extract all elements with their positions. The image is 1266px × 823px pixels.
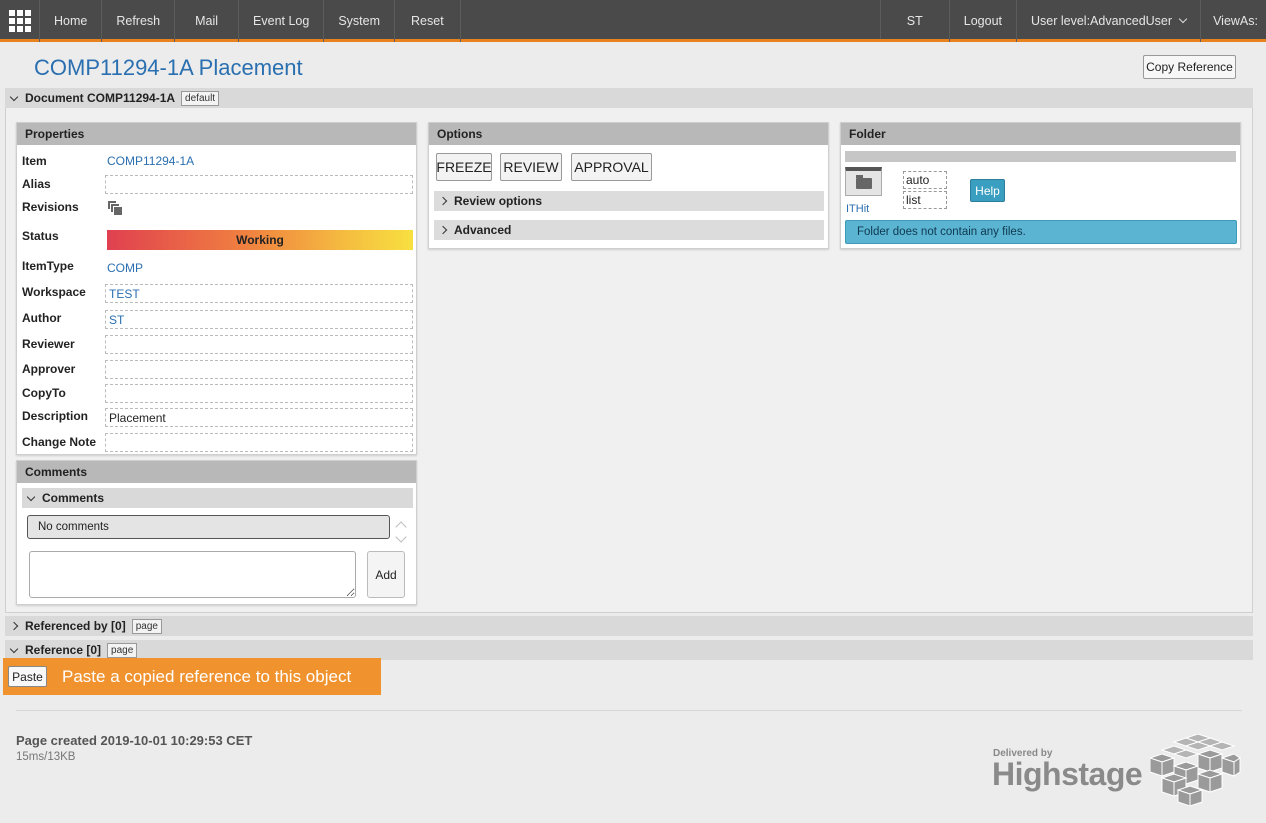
approver-field[interactable] (105, 360, 413, 379)
prop-itemtype: ItemType COMP (22, 259, 143, 275)
nav-mail[interactable]: Mail (175, 0, 240, 42)
alias-field[interactable] (105, 175, 413, 194)
page-tag[interactable]: page (131, 618, 162, 634)
change-note-field[interactable] (105, 433, 413, 452)
prop-workspace: Workspace TEST (17, 284, 417, 308)
default-tag[interactable]: default (181, 90, 220, 106)
freeze-button[interactable]: FREEZE (436, 153, 492, 181)
item-link[interactable]: COMP11294-1A (107, 154, 194, 168)
comments-panel: Comments Comments No comments Add (16, 460, 417, 605)
comment-input[interactable] (29, 551, 356, 598)
user-level-label: User level:AdvancedUser (1031, 14, 1173, 28)
author-field[interactable]: ST (105, 310, 413, 329)
nav-reset[interactable]: Reset (395, 0, 461, 42)
scroll-down-icon[interactable] (395, 531, 407, 543)
chevron-down-icon (9, 92, 19, 101)
prop-status: Status Working (17, 229, 417, 253)
page-tag[interactable]: page (107, 642, 138, 658)
referenced-by-header[interactable]: Referenced by [0] page (5, 616, 1253, 636)
document-section-label: Document COMP11294-1A (25, 91, 176, 105)
paste-button[interactable]: Paste (8, 666, 47, 687)
prop-alias: Alias (17, 175, 417, 199)
properties-header: Properties (17, 123, 416, 145)
properties-panel: Properties Item COMP11294-1A Alias Revis… (16, 122, 417, 455)
options-panel: Options FREEZE REVIEW APPROVAL Review op… (428, 122, 829, 249)
prop-revisions: Revisions (17, 200, 417, 224)
reference-header[interactable]: Reference [0] page (5, 640, 1253, 660)
comments-header: Comments (17, 461, 416, 483)
page-title: COMP11294-1A Placement (34, 55, 303, 80)
document-section-header[interactable]: Document COMP11294-1A default (5, 88, 1253, 108)
prop-author: Author ST (17, 310, 417, 334)
copyto-field[interactable] (105, 384, 413, 403)
workspace-field[interactable]: TEST (105, 284, 413, 303)
page-stats: 15ms/13KB (16, 751, 76, 763)
prop-change-note: Change Note (17, 433, 417, 457)
approval-button[interactable]: APPROVAL (571, 153, 652, 181)
mode-auto[interactable]: auto (903, 171, 947, 189)
no-comments-message: No comments (27, 515, 390, 539)
prop-approver: Approver (17, 360, 417, 384)
copy-reference-button[interactable]: Copy Reference (1143, 55, 1236, 79)
chevron-down-icon (1178, 14, 1188, 24)
prop-copyto: CopyTo (17, 384, 417, 408)
folder-icon (855, 174, 872, 189)
chevron-right-icon (9, 621, 19, 631)
chevron-right-icon (438, 225, 448, 235)
nav-user[interactable]: ST (881, 0, 950, 42)
folder-panel: Folder ITHit auto list Help Folder does … (840, 122, 1241, 249)
prop-reviewer: Reviewer (17, 335, 417, 359)
user-level-dropdown[interactable]: User level:AdvancedUser (1017, 0, 1202, 42)
paste-area: Paste Paste a copied reference to this o… (3, 658, 381, 695)
cubes-logo-icon (1150, 734, 1241, 806)
add-comment-button[interactable]: Add (367, 551, 405, 598)
folder-progress-bar (845, 151, 1236, 162)
nav-refresh[interactable]: Refresh (102, 0, 176, 42)
reviewer-field[interactable] (105, 335, 413, 354)
nav-view-as[interactable]: ViewAs: (1201, 0, 1266, 42)
nav-event-log[interactable]: Event Log (239, 0, 325, 42)
app-grid-button[interactable] (0, 0, 40, 42)
nav-logout[interactable]: Logout (950, 0, 1018, 42)
help-button[interactable]: Help (970, 179, 1005, 202)
ithit-link[interactable]: ITHit (846, 203, 869, 215)
open-folder-button[interactable] (845, 167, 882, 196)
highstage-logo: Highstage (992, 756, 1143, 792)
folder-empty-message: Folder does not contain any files. (845, 220, 1237, 244)
status-badge: Working (107, 230, 413, 250)
chevron-right-icon (438, 196, 448, 206)
top-nav: Home Refresh Mail Event Log System Reset… (0, 0, 1266, 42)
chevron-down-icon (9, 644, 19, 653)
review-button[interactable]: REVIEW (500, 153, 562, 181)
chevron-down-icon (26, 492, 36, 501)
paste-tooltip: Paste a copied reference to this object (62, 667, 352, 686)
itemtype-link[interactable]: COMP (107, 261, 143, 275)
options-header: Options (429, 123, 828, 145)
grid-icon (8, 10, 31, 32)
comments-subsection-header[interactable]: Comments (22, 488, 413, 508)
description-field[interactable]: Placement (105, 408, 413, 427)
advanced-toggle[interactable]: Advanced (434, 220, 824, 240)
folder-header: Folder (841, 123, 1240, 145)
prop-description: Description Placement (17, 408, 417, 432)
prop-item: Item COMP11294-1A (22, 154, 195, 168)
nav-system[interactable]: System (324, 0, 396, 42)
nav-home[interactable]: Home (40, 0, 103, 42)
review-options-toggle[interactable]: Review options (434, 191, 824, 211)
mode-list[interactable]: list (903, 191, 947, 209)
page-created-text: Page created 2019-10-01 10:29:53 CET (16, 733, 253, 748)
revisions-icon[interactable] (107, 200, 123, 216)
